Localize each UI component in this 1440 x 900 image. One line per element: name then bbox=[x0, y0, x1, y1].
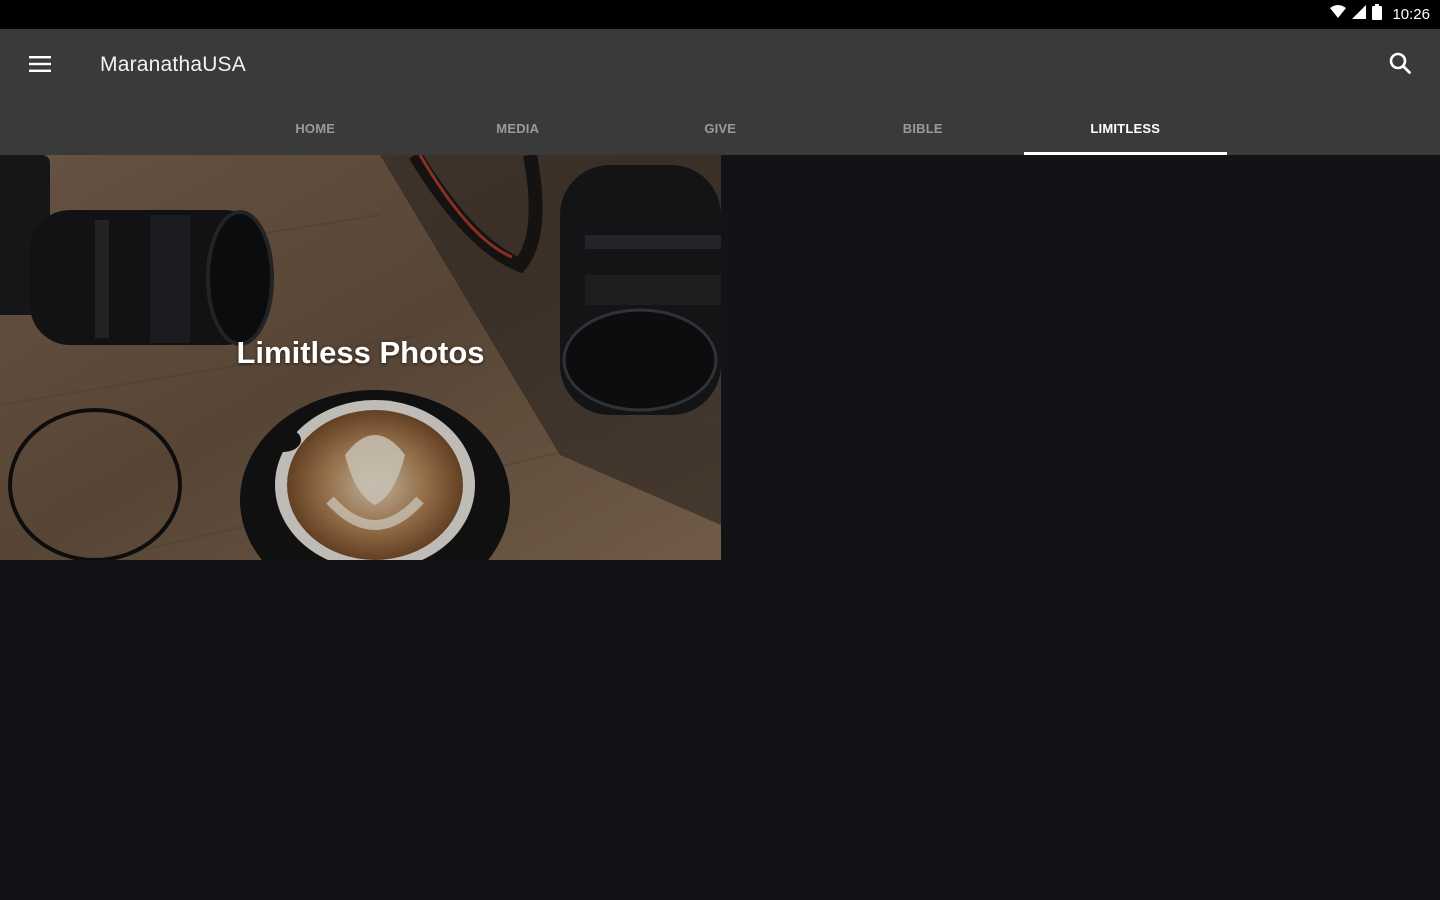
tab-bible[interactable]: BIBLE bbox=[822, 101, 1025, 155]
hamburger-menu-icon bbox=[29, 55, 51, 78]
tab-media[interactable]: MEDIA bbox=[417, 101, 620, 155]
search-icon bbox=[1389, 52, 1411, 79]
tab-limitless[interactable]: LIMITLESS bbox=[1024, 101, 1227, 155]
menu-button[interactable] bbox=[20, 46, 60, 86]
app-bar: MaranathaUSA HOME MEDIA GIVE BIBLE LIMIT… bbox=[0, 29, 1440, 155]
toolbar: MaranathaUSA bbox=[0, 29, 1440, 101]
tab-home[interactable]: HOME bbox=[214, 101, 417, 155]
tab-bar: HOME MEDIA GIVE BIBLE LIMITLESS bbox=[214, 101, 1227, 155]
app-title: MaranathaUSA bbox=[100, 53, 246, 76]
wifi-icon bbox=[1330, 5, 1347, 24]
card-title: Limitless Photos bbox=[236, 335, 485, 370]
tab-give[interactable]: GIVE bbox=[619, 101, 822, 155]
battery-icon bbox=[1372, 4, 1383, 25]
status-bar: 10:26 bbox=[0, 0, 1440, 29]
signal-icon bbox=[1352, 5, 1367, 24]
search-button[interactable] bbox=[1380, 45, 1420, 85]
status-time: 10:26 bbox=[1392, 6, 1430, 23]
limitless-photos-card[interactable]: Limitless Photos bbox=[0, 155, 721, 560]
